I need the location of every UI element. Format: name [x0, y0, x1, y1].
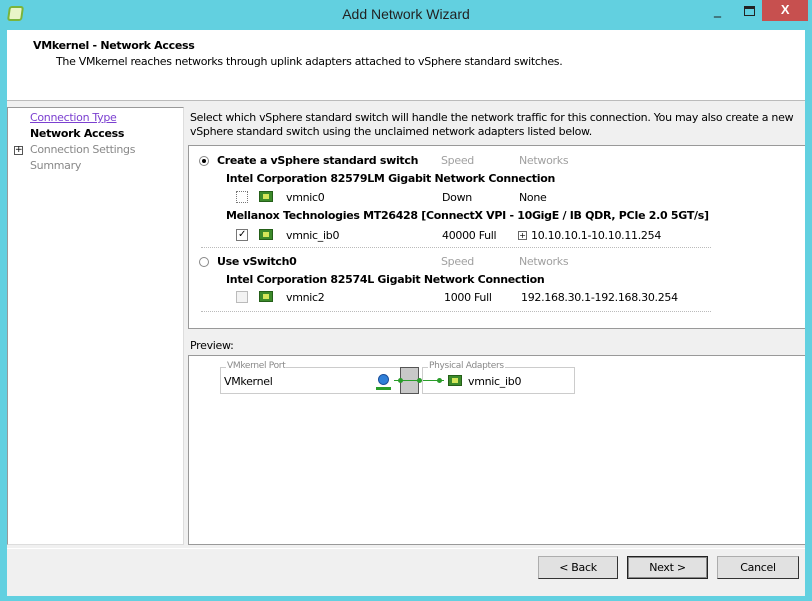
vmkernel-port-legend: VMkernel Port — [226, 361, 287, 371]
adapter-networks: 10.10.10.1-10.10.11.254 — [531, 229, 662, 242]
cancel-button[interactable]: Cancel — [717, 556, 799, 579]
adapter-speed: Down — [442, 191, 472, 204]
vmkernel-icon — [378, 374, 389, 385]
physical-adapters-group: Physical Adapters vmnic_ib0 — [422, 361, 575, 394]
networks-header: Networks — [519, 154, 569, 167]
adapter-name: vmnic2 — [286, 291, 325, 304]
vmnic-ib0-checkbox[interactable]: ✓ — [236, 229, 248, 241]
window-title: Add Network Wizard — [342, 6, 470, 22]
preview-panel: VMkernel Port VMkernel Physical Adapters… — [188, 355, 805, 545]
adapter-networks: None — [519, 191, 547, 204]
page-subtitle: The VMkernel reaches networks through up… — [56, 55, 563, 68]
adapter-speed: 40000 Full — [442, 229, 497, 242]
title-bar: Add Network Wizard _ X — [0, 0, 812, 30]
use-vswitch0-label[interactable]: Use vSwitch0 — [217, 255, 297, 268]
port-dot — [398, 378, 403, 383]
adapter-group-name: Mellanox Technologies MT26428 [ConnectX … — [226, 209, 709, 222]
speed-header: Speed — [441, 154, 474, 167]
vmnic0-checkbox[interactable] — [236, 191, 248, 203]
step-connection-type[interactable]: Connection Type — [30, 111, 117, 124]
nic-icon — [259, 291, 273, 302]
next-button[interactable]: Next > — [627, 556, 708, 579]
adapter-group-name: Intel Corporation 82579LM Gigabit Networ… — [226, 172, 556, 185]
nic-icon — [448, 375, 462, 386]
back-button[interactable]: < Back — [538, 556, 618, 579]
vmkernel-port-group: VMkernel Port VMkernel — [220, 361, 401, 394]
adapter-speed: 1000 Full — [444, 291, 492, 304]
expand-networks-icon[interactable]: + — [518, 231, 527, 240]
expand-icon[interactable]: + — [14, 146, 23, 155]
adapter-networks: 192.168.30.1-192.168.30.254 — [521, 291, 678, 304]
wizard-steps: Connection Type Network Access + Connect… — [7, 107, 184, 545]
preview-label: Preview: — [190, 339, 234, 352]
nic-icon — [259, 229, 273, 240]
create-switch-label[interactable]: Create a vSphere standard switch — [217, 154, 418, 167]
nic-icon — [259, 191, 273, 202]
close-button[interactable]: X — [762, 0, 808, 21]
step-network-access: Network Access — [30, 127, 125, 140]
vmkernel-icon-base — [376, 387, 391, 390]
divider — [201, 311, 711, 312]
vmnic2-checkbox — [236, 291, 248, 303]
maximize-button[interactable] — [740, 2, 758, 20]
speed-header: Speed — [441, 255, 474, 268]
wizard-header: VMkernel - Network Access The VMkernel r… — [7, 30, 805, 101]
vmkernel-port-name: VMkernel — [224, 375, 273, 388]
preview-adapter-name: vmnic_ib0 — [468, 375, 522, 388]
page-title: VMkernel - Network Access — [33, 39, 195, 52]
networks-header: Networks — [519, 255, 569, 268]
physical-adapters-legend: Physical Adapters — [428, 361, 505, 371]
divider — [201, 247, 711, 248]
use-vswitch0-radio[interactable] — [199, 257, 209, 267]
switch-options: Create a vSphere standard switch Speed N… — [188, 145, 805, 329]
maximize-icon — [744, 6, 755, 16]
step-connection-settings: Connection Settings — [30, 143, 136, 156]
instruction-text: Select which vSphere standard switch wil… — [190, 111, 794, 138]
adapter-name: vmnic_ib0 — [286, 229, 340, 242]
step-summary: Summary — [30, 159, 82, 172]
create-switch-radio[interactable] — [199, 156, 209, 166]
adapter-name: vmnic0 — [286, 191, 325, 204]
adapter-group-name: Intel Corporation 82574L Gigabit Network… — [226, 273, 545, 286]
divider — [7, 548, 805, 549]
minimize-button[interactable]: _ — [714, 2, 734, 20]
